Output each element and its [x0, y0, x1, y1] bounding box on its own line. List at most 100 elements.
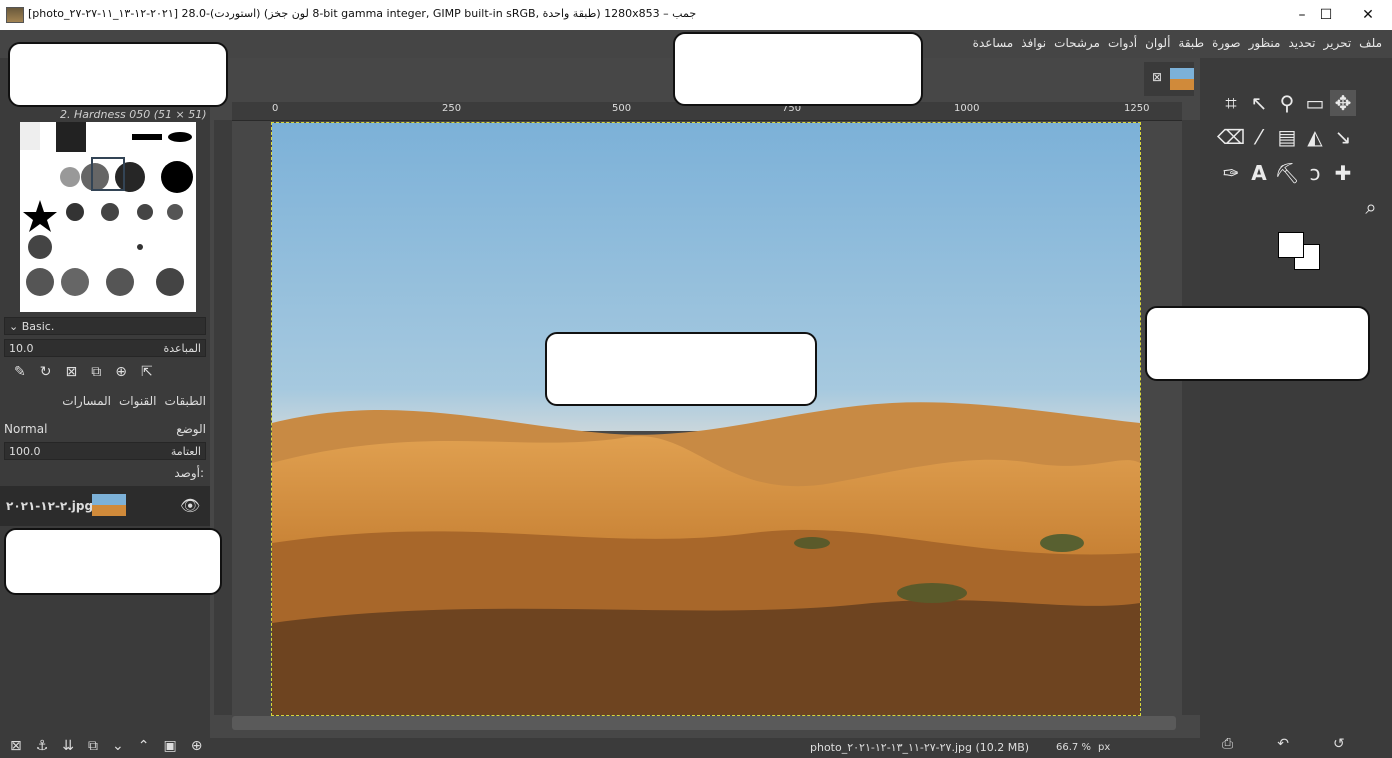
edit-brush-icon[interactable]: ✎: [14, 364, 26, 380]
horizontal-scrollbar[interactable]: [232, 716, 1176, 730]
menu-layer[interactable]: طبقة: [1178, 36, 1204, 50]
new-group-icon[interactable]: ▣: [164, 738, 177, 754]
delete-icon[interactable]: ⊠: [65, 364, 77, 380]
ruler-tick: 0: [272, 103, 279, 114]
path-icon[interactable]: ⛏: [1274, 160, 1300, 186]
image-tab[interactable]: ⊠: [1144, 62, 1194, 96]
menu-tools[interactable]: أدوات: [1108, 36, 1137, 50]
brush-preset-select[interactable]: ⌄ Basic.: [4, 317, 206, 335]
menu-image[interactable]: صورة: [1212, 36, 1240, 50]
move-icon[interactable]: ✥: [1330, 90, 1356, 116]
delete-layer-icon[interactable]: ⊠: [10, 738, 22, 754]
menu-select[interactable]: تحديد: [1288, 36, 1315, 50]
opacity-value: 100.0: [9, 444, 41, 458]
redaction-box: [8, 42, 228, 107]
transform-icon[interactable]: ↘: [1330, 124, 1356, 150]
smudge-icon[interactable]: ↄ: [1302, 160, 1328, 186]
anchor-icon[interactable]: ⚓: [36, 738, 49, 754]
image-canvas[interactable]: [271, 122, 1141, 716]
layer-row[interactable]: ٢-١٢-٢٠٢١.jpg 👁: [0, 486, 210, 526]
foreground-color-swatch[interactable]: [1278, 232, 1304, 258]
tool-options-actions: ⎙ ↶ ↺: [1222, 736, 1345, 752]
app-icon: [6, 7, 24, 23]
zoom-level[interactable]: 66.7 %: [1056, 742, 1091, 753]
new-brush-icon[interactable]: ⊕: [115, 364, 127, 380]
ruler-tick: 250: [442, 103, 462, 114]
status-file: photo_٢٧-٢٧-١١_١٣-١٢-٢٠٢١.jpg (10.2 MB): [810, 741, 1030, 754]
bucket-fill-icon[interactable]: ◭: [1302, 124, 1328, 150]
ruler-tick: 1000: [954, 103, 980, 114]
color-picker-icon[interactable]: ✑: [1218, 160, 1244, 186]
menu-filters[interactable]: مرشحات: [1054, 36, 1100, 50]
duplicate-layer-icon[interactable]: ⧉: [88, 738, 98, 754]
tool-options-header: [1200, 284, 1392, 304]
layer-name: ٢-١٢-٢٠٢١.jpg: [6, 499, 94, 513]
lock-label: أوصد:: [174, 466, 204, 480]
image-tab-thumbnail: [1170, 68, 1194, 90]
opacity-label: العتامة: [170, 444, 201, 458]
gradient-icon[interactable]: ▤: [1274, 124, 1300, 150]
window-title: [photo_٢٠٢١-١٢-١٣_١١-٢٧-٢٧] 28.0-(استورد…: [28, 7, 697, 20]
fuzzy-select-icon[interactable]: ↖: [1246, 90, 1272, 116]
tab-channels[interactable]: القنوات: [119, 394, 157, 408]
heal-icon[interactable]: ✚: [1330, 160, 1356, 186]
brush-actions: ✎ ↻ ⊠ ⧉ ⊕ ⇱: [14, 364, 153, 380]
menu-colors[interactable]: ألوان: [1145, 36, 1170, 50]
left-dock: 2. Hardness 050 (51 × 51) ⌄ Basic. 10.0 …: [0, 58, 210, 758]
right-dock: ⊠ ⌗ ↖ ⚲ ▭ ✥ ⌫ ⁄ ▤ ◭ ↘ ✑ A ⛏ ↄ ✚ ⌕ ⎙ ↶ ↺: [1144, 58, 1392, 758]
close-tab-icon[interactable]: ⊠: [1152, 70, 1162, 84]
menu-windows[interactable]: نوافذ: [1021, 36, 1046, 50]
crop-icon[interactable]: ⌗: [1218, 90, 1244, 116]
tab-layers[interactable]: الطبقات: [165, 394, 206, 408]
unit-select[interactable]: px: [1098, 742, 1110, 753]
restore-options-icon[interactable]: ↶: [1277, 736, 1289, 752]
tab-paths[interactable]: المسارات: [62, 394, 111, 408]
desert-photo: [272, 402, 1140, 715]
layer-thumbnail: [92, 494, 126, 516]
save-options-icon[interactable]: ⎙: [1222, 736, 1233, 752]
mode-value: Normal: [4, 422, 48, 436]
vertical-ruler-right: [1182, 120, 1200, 715]
redaction-box: [4, 528, 222, 595]
menu-file[interactable]: ملف: [1359, 36, 1382, 50]
spacing-label: المباعدة: [163, 341, 201, 355]
lower-layer-icon[interactable]: ⌄: [112, 738, 124, 754]
duplicate-icon[interactable]: ⧉: [91, 364, 101, 380]
refresh-icon[interactable]: ↻: [40, 364, 52, 380]
new-layer-icon[interactable]: ⊕: [191, 738, 203, 754]
ruler-tick: 500: [612, 103, 632, 114]
brush-preset: Basic.: [21, 319, 55, 333]
opacity-field[interactable]: 100.0 العتامة: [4, 442, 206, 460]
mode-row[interactable]: Normal الوضع: [4, 420, 206, 438]
mode-label: الوضع: [176, 422, 206, 436]
free-select-icon[interactable]: ⚲: [1274, 90, 1300, 116]
paintbrush-icon[interactable]: ⁄: [1246, 124, 1272, 150]
spacing-field[interactable]: 10.0 المباعدة: [4, 339, 206, 357]
brush-name: 2. Hardness 050 (51 × 51): [60, 108, 207, 121]
redaction-box: [545, 332, 817, 406]
layer-actions: ⊠ ⚓ ⇊ ⧉ ⌄ ⌃ ▣ ⊕: [10, 738, 202, 754]
ruler-tick: 1250: [1124, 103, 1150, 114]
brushes-preview: [20, 122, 193, 296]
menu-edit[interactable]: تحرير: [1324, 36, 1352, 50]
spacing-value: 10.0: [9, 341, 34, 355]
menu-view[interactable]: منظور: [1249, 36, 1281, 50]
merge-icon[interactable]: ⇊: [62, 738, 74, 754]
brushes-grid[interactable]: [20, 122, 196, 312]
visibility-eye-icon[interactable]: 👁: [180, 496, 200, 515]
menu-help[interactable]: مساعدة: [973, 36, 1014, 50]
close-button[interactable]: ✕: [1348, 3, 1388, 27]
text-icon[interactable]: A: [1246, 160, 1272, 186]
maximize-button[interactable]: ☐: [1306, 3, 1346, 27]
redaction-box: [1145, 306, 1370, 381]
vertical-ruler: [214, 120, 232, 715]
redaction-box: [673, 32, 923, 106]
raise-layer-icon[interactable]: ⌃: [138, 738, 150, 754]
reset-options-icon[interactable]: ↺: [1333, 736, 1345, 752]
open-as-image-icon[interactable]: ⇱: [141, 364, 153, 380]
chevron-down-icon: ⌄: [9, 319, 22, 333]
zoom-icon[interactable]: ⌕: [1358, 194, 1384, 220]
rect-select-icon[interactable]: ▭: [1302, 90, 1328, 116]
window-titlebar: [photo_٢٠٢١-١٢-١٣_١١-٢٧-٢٧] 28.0-(استورد…: [0, 0, 1392, 30]
eraser-icon[interactable]: ⌫: [1217, 124, 1245, 150]
